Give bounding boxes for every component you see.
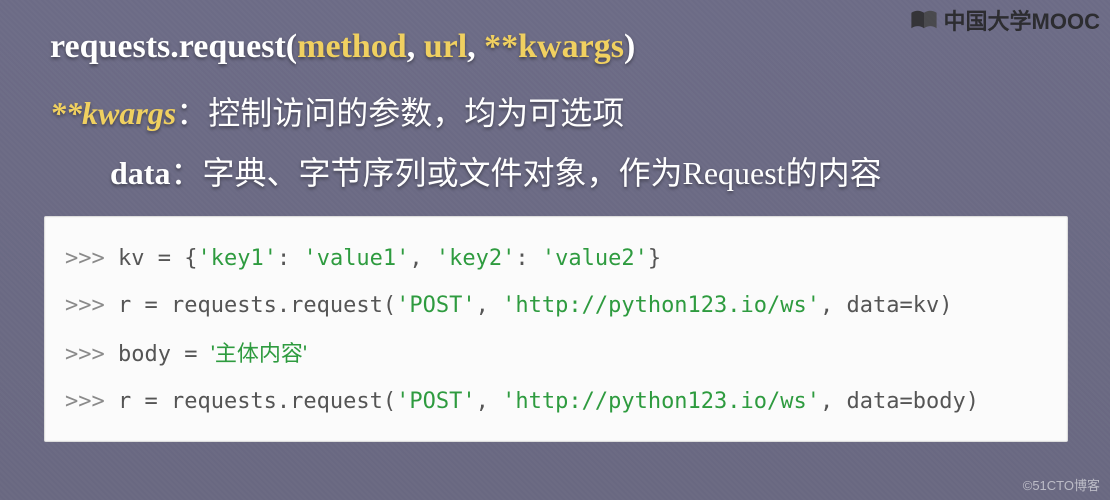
desc-data-colon: ： xyxy=(170,155,202,191)
repl-prompt: >>> xyxy=(65,342,118,367)
watermark-top-text: 中国大学MOOC xyxy=(944,4,1100,36)
desc-kwargs: **kwargs：控制访问的参数，均为可选项 xyxy=(50,88,1074,134)
sig-arg-method: method xyxy=(297,28,407,65)
code-line-1: >>> kv = {'key1': 'value1', 'key2': 'val… xyxy=(65,235,1047,282)
watermark-bottom: ©51CTO博客 xyxy=(1023,475,1100,494)
watermark-top: 中国大学MOOC xyxy=(910,4,1100,36)
code-line-4: >>> r = requests.request('POST', 'http:/… xyxy=(65,378,1047,425)
desc-data-text: 字典、字节序列或文件对象，作为Request的内容 xyxy=(202,155,881,191)
desc-kwargs-text: 控制访问的参数，均为可选项 xyxy=(208,95,624,131)
book-icon xyxy=(910,10,938,30)
desc-kwargs-colon: ： xyxy=(176,95,208,131)
repl-prompt: >>> xyxy=(65,246,118,271)
sig-sep2: , xyxy=(467,28,484,65)
code-example: >>> kv = {'key1': 'value1', 'key2': 'val… xyxy=(44,216,1068,442)
desc-data: data：字典、字节序列或文件对象，作为Request的内容 xyxy=(110,148,1074,194)
sig-prefix: requests.request( xyxy=(50,28,297,65)
code-line-3: >>> body = '主体内容' xyxy=(65,330,1047,378)
sig-arg-kwargs: **kwargs xyxy=(484,28,624,65)
desc-kwargs-label: **kwargs xyxy=(50,95,176,131)
sig-suffix: ) xyxy=(624,28,635,65)
sig-arg-url: url xyxy=(424,28,467,65)
slide-content: requests.request(method, url, **kwargs) … xyxy=(0,0,1110,442)
sig-sep1: , xyxy=(407,28,424,65)
repl-prompt: >>> xyxy=(65,389,118,414)
code-line-2: >>> r = requests.request('POST', 'http:/… xyxy=(65,282,1047,329)
repl-prompt: >>> xyxy=(65,293,118,318)
desc-data-label: data xyxy=(110,155,170,191)
